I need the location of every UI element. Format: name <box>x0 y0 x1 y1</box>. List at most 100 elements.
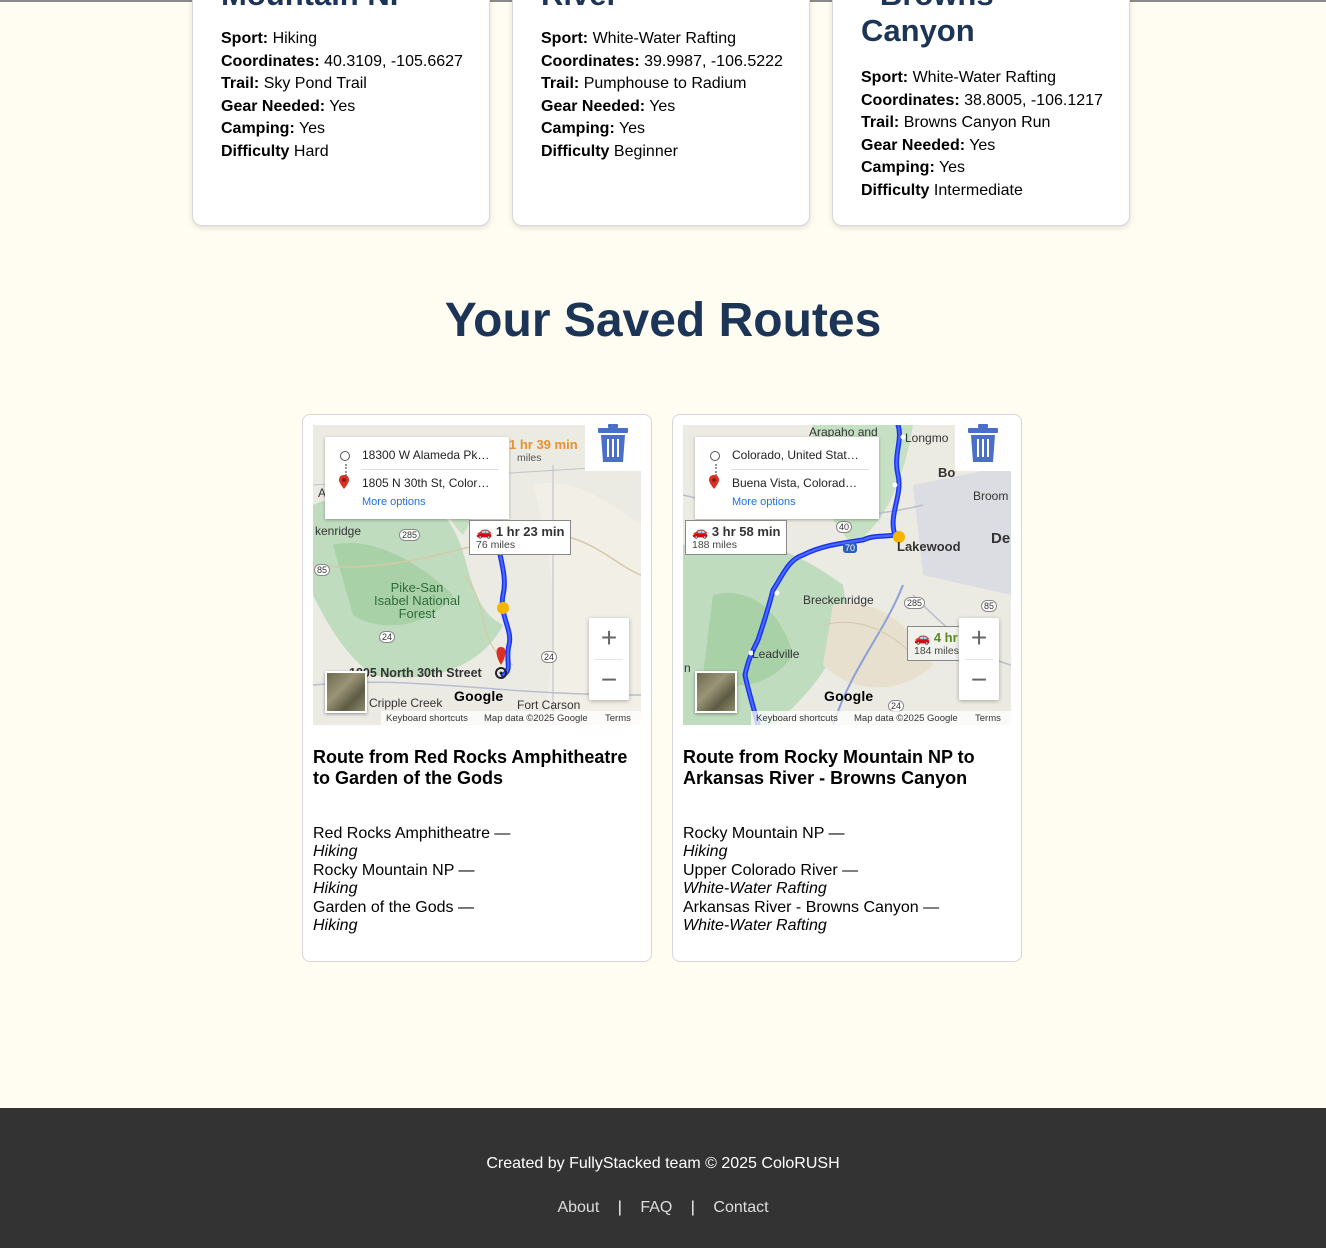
highway-shield: 285 <box>399 529 421 541</box>
map-label: Lakewood <box>897 539 961 554</box>
field-gear: Gear Needed: Yes <box>861 136 996 154</box>
field-camping: Camping: Yes <box>861 159 966 176</box>
route-title: Route from Red Rocks Amphitheatre to Gar… <box>313 747 628 788</box>
footer-link-about[interactable]: About <box>557 1199 599 1216</box>
field-gear: Gear Needed: Yes <box>541 97 676 115</box>
field-camping: Camping: Yes <box>541 120 646 137</box>
route-stops: Rocky Mountain NP — Hiking Upper Colorad… <box>683 825 939 935</box>
location-card: Mountain NP Sport: Hiking Coordinates: 4… <box>192 0 490 226</box>
stop-name: Upper Colorado River — <box>683 861 859 879</box>
footer-credit: Created by FullyStacked team © 2025 Colo… <box>486 1155 840 1172</box>
map-label: De <box>991 530 1011 547</box>
satellite-toggle[interactable] <box>325 671 367 713</box>
stop-sport: Hiking <box>313 917 358 935</box>
location-card: - BrownsCanyon Sport: White-Water Raftin… <box>832 0 1130 226</box>
delete-route-button[interactable] <box>585 415 641 471</box>
map-label: Broom <box>973 489 1009 503</box>
map-label: Leadville <box>752 647 800 661</box>
field-sport: Sport: Hiking <box>221 30 318 47</box>
location-fields: Sport: Hiking Coordinates: 40.3109, -105… <box>221 28 463 163</box>
trash-icon <box>968 424 998 462</box>
destination-field[interactable]: Buena Vista, Colorad… <box>732 476 872 490</box>
footer-separator: | <box>690 1199 695 1216</box>
directions-box: 18300 W Alameda Pk… 1805 N 30th St, Colo… <box>325 437 509 519</box>
alt-route-miles: 184 miles <box>914 645 959 657</box>
zoom-out-button[interactable]: − <box>959 660 999 700</box>
destination-pin-icon <box>709 475 719 489</box>
route-time: 3 hr 58 min <box>711 524 781 539</box>
destination-field[interactable]: 1805 N 30th St, Color… <box>362 476 502 490</box>
stop-name: Rocky Mountain NP — <box>313 861 475 879</box>
stop-sport: Hiking <box>683 843 728 861</box>
highway-shield: 70 <box>843 543 858 553</box>
stop-name: Red Rocks Amphitheatre — <box>313 825 511 842</box>
route-time: 1 hr 23 min <box>495 524 565 539</box>
field-sport: Sport: White-Water Rafting <box>541 30 737 47</box>
location-title: Mountain NP <box>221 0 410 13</box>
stop-sport: White-Water Rafting <box>683 880 827 898</box>
keyboard-shortcuts-link[interactable]: Keyboard shortcuts <box>386 713 468 724</box>
field-camping: Camping: Yes <box>221 120 326 137</box>
highway-shield: 85 <box>314 564 331 576</box>
route-stops: Red Rocks Amphitheatre — Hiking Rocky Mo… <box>313 825 510 935</box>
field-sport: Sport: White-Water Rafting <box>861 69 1057 86</box>
route-card: Arapaho and Longmo Bo Broom Lakewood De … <box>672 414 1022 962</box>
stop-name: Garden of the Gods — <box>313 898 474 916</box>
footer-link-faq[interactable]: FAQ <box>640 1199 672 1216</box>
field-difficulty: Difficulty Beginner <box>541 142 678 160</box>
location-title: River <box>541 0 619 13</box>
location-fields: Sport: White-Water Rafting Coordinates: … <box>541 28 783 163</box>
highway-shield: 24 <box>379 631 396 643</box>
delete-route-button[interactable] <box>955 415 1011 471</box>
highway-shield: 85 <box>981 600 998 612</box>
route-title: Route from Rocky Mountain NP to Arkansas… <box>683 747 975 788</box>
more-options-link[interactable]: More options <box>362 496 426 508</box>
origin-icon <box>340 451 350 461</box>
alt-route-time[interactable]: 1 hr 39 min <box>509 437 578 452</box>
highway-shield: 24 <box>541 651 558 663</box>
terms-link[interactable]: Terms <box>605 713 631 724</box>
directions-box: Colorado, United Stat… Buena Vista, Colo… <box>695 437 879 519</box>
keyboard-shortcuts-link[interactable]: Keyboard shortcuts <box>756 713 838 724</box>
route-time-box[interactable]: 🚗 3 hr 58 min 188 miles <box>685 520 788 555</box>
route-card: kenridge A Pike-San Isabel National Fore… <box>302 414 652 962</box>
footer-link-contact[interactable]: Contact <box>713 1199 768 1216</box>
highway-shield: 285 <box>904 597 926 609</box>
zoom-out-button[interactable]: − <box>589 660 629 700</box>
map-label: Longmo <box>905 431 949 445</box>
car-icon: 🚗 <box>914 630 931 645</box>
field-trail: Trail: Pumphouse to Radium <box>541 75 747 92</box>
car-icon: 🚗 <box>692 524 709 539</box>
map-label: kenridge <box>315 524 362 538</box>
divider <box>361 469 499 470</box>
map-footer-bar: Keyboard shortcuts Map data ©2025 Google… <box>683 711 1011 725</box>
zoom-in-button[interactable]: + <box>589 618 629 658</box>
field-trail: Trail: Sky Pond Trail <box>221 75 367 92</box>
origin-field[interactable]: 18300 W Alameda Pk… <box>362 448 502 462</box>
origin-field[interactable]: Colorado, United Stat… <box>732 448 872 462</box>
route-time-box[interactable]: 🚗 1 hr 23 min 76 miles <box>469 520 572 555</box>
alt-route-box[interactable]: 🚗 4 hr 184 miles <box>907 626 966 661</box>
site-footer: Created by FullyStacked team © 2025 Colo… <box>0 1108 1326 1248</box>
map-data-text: Map data ©2025 Google <box>484 713 588 724</box>
map-label: Cripple Creek <box>369 696 443 710</box>
route-miles: 188 miles <box>692 539 737 551</box>
satellite-toggle[interactable] <box>695 671 737 713</box>
terms-link[interactable]: Terms <box>975 713 1001 724</box>
stop-sport: White-Water Rafting <box>683 917 827 935</box>
route-miles: 76 miles <box>476 539 516 551</box>
field-coordinates: Coordinates: 40.3109, -105.6627 <box>221 52 463 70</box>
map-label-forest: Pike-San Isabel National Forest <box>374 580 460 621</box>
field-gear: Gear Needed: Yes <box>221 97 356 115</box>
alt-route-time: 4 hr <box>933 630 958 645</box>
field-coordinates: Coordinates: 39.9987, -106.5222 <box>541 52 783 70</box>
stop-sport: Hiking <box>313 880 358 898</box>
stop-name: Rocky Mountain NP — <box>683 825 845 842</box>
more-options-link[interactable]: More options <box>732 496 796 508</box>
zoom-in-button[interactable]: + <box>959 618 999 658</box>
map-footer-bar: Keyboard shortcuts Map data ©2025 Google… <box>313 711 641 725</box>
stop-sport: Hiking <box>313 843 358 861</box>
field-coordinates: Coordinates: 38.8005, -106.1217 <box>861 91 1103 109</box>
location-title: - BrownsCanyon <box>861 0 994 48</box>
map-label: Breckenridge <box>803 593 874 607</box>
